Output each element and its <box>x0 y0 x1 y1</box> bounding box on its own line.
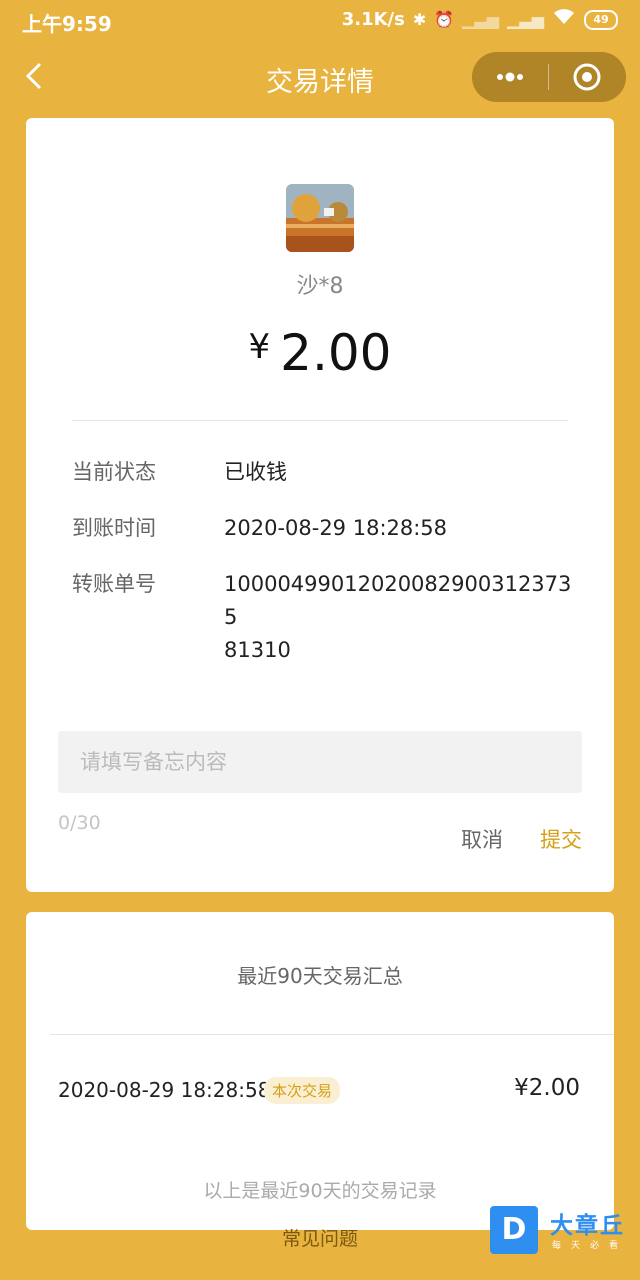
currency-symbol: ¥ <box>248 327 271 367</box>
cancel-button[interactable]: 取消 <box>461 824 503 854</box>
wifi-icon <box>552 8 576 31</box>
memo-counter: 0/30 <box>58 812 101 834</box>
transfer-id-value: 100004990120200829003123735 81310 <box>224 572 572 662</box>
status-bar: 上午9:59 3.1K/s ✱ ⏰ ▁▃▅ ▁▃▅ 49 <box>0 0 640 40</box>
close-mini-program-button[interactable] <box>572 62 602 92</box>
status-time: 上午9:59 <box>22 12 112 36</box>
watermark-d-icon: D <box>490 1206 538 1254</box>
watermark-logo: D 大章丘 每天必看 <box>490 1206 634 1256</box>
capsule-divider <box>548 64 549 90</box>
payer-avatar <box>286 184 354 252</box>
amount-value: 2.00 <box>280 324 392 382</box>
target-circle-icon <box>573 63 601 91</box>
submit-button[interactable]: 提交 <box>540 824 582 854</box>
transaction-card: 沙*8 ¥2.00 当前状态 已收钱 到账时间 2020-08-29 18:28… <box>26 118 614 892</box>
watermark-tagline: 每天必看 <box>552 1241 629 1251</box>
summary-title: 最近90天交易汇总 <box>237 964 403 988</box>
memo-input[interactable] <box>58 731 582 793</box>
signal-icon: ▁▃▅ <box>462 9 500 29</box>
status-label: 当前状态 <box>72 460 156 484</box>
status-icons: 3.1K/s ✱ ⏰ ▁▃▅ ▁▃▅ 49 <box>342 8 618 31</box>
network-speed: 3.1K/s <box>341 9 405 30</box>
transaction-amount: ¥2.00 <box>26 324 614 382</box>
summary-footer-note: 以上是最近90天的交易记录 <box>203 1180 437 1202</box>
more-button[interactable] <box>492 62 528 92</box>
battery-icon: 49 <box>584 9 618 30</box>
current-transaction-badge: 本次交易 <box>264 1077 341 1104</box>
alarm-icon: ⏰ <box>434 9 455 29</box>
record-amount: ¥2.00 <box>514 1075 580 1101</box>
arrival-time-label: 到账时间 <box>72 516 156 540</box>
landscape-avatar-image <box>286 184 354 252</box>
watermark-brand: 大章丘 <box>550 1213 625 1239</box>
status-value: 已收钱 <box>224 460 287 484</box>
signal-hd-icon: ▁▃▅ <box>507 9 544 29</box>
more-dots-icon <box>497 72 523 82</box>
bluetooth-icon: ✱ <box>412 9 427 29</box>
transfer-id-label: 转账单号 <box>72 572 156 596</box>
arrival-time-value: 2020-08-29 18:28:58 <box>224 516 448 540</box>
divider <box>50 1034 614 1035</box>
record-time: 2020-08-29 18:28:58 <box>58 1078 271 1102</box>
summary-card: 最近90天交易汇总 2020-08-29 18:28:58 本次交易 ¥2.00… <box>26 912 614 1230</box>
divider <box>72 420 568 421</box>
nav-bar: 交易详情 <box>0 40 640 116</box>
payer-name: 沙*8 <box>296 274 344 299</box>
mini-program-capsule <box>472 52 626 102</box>
